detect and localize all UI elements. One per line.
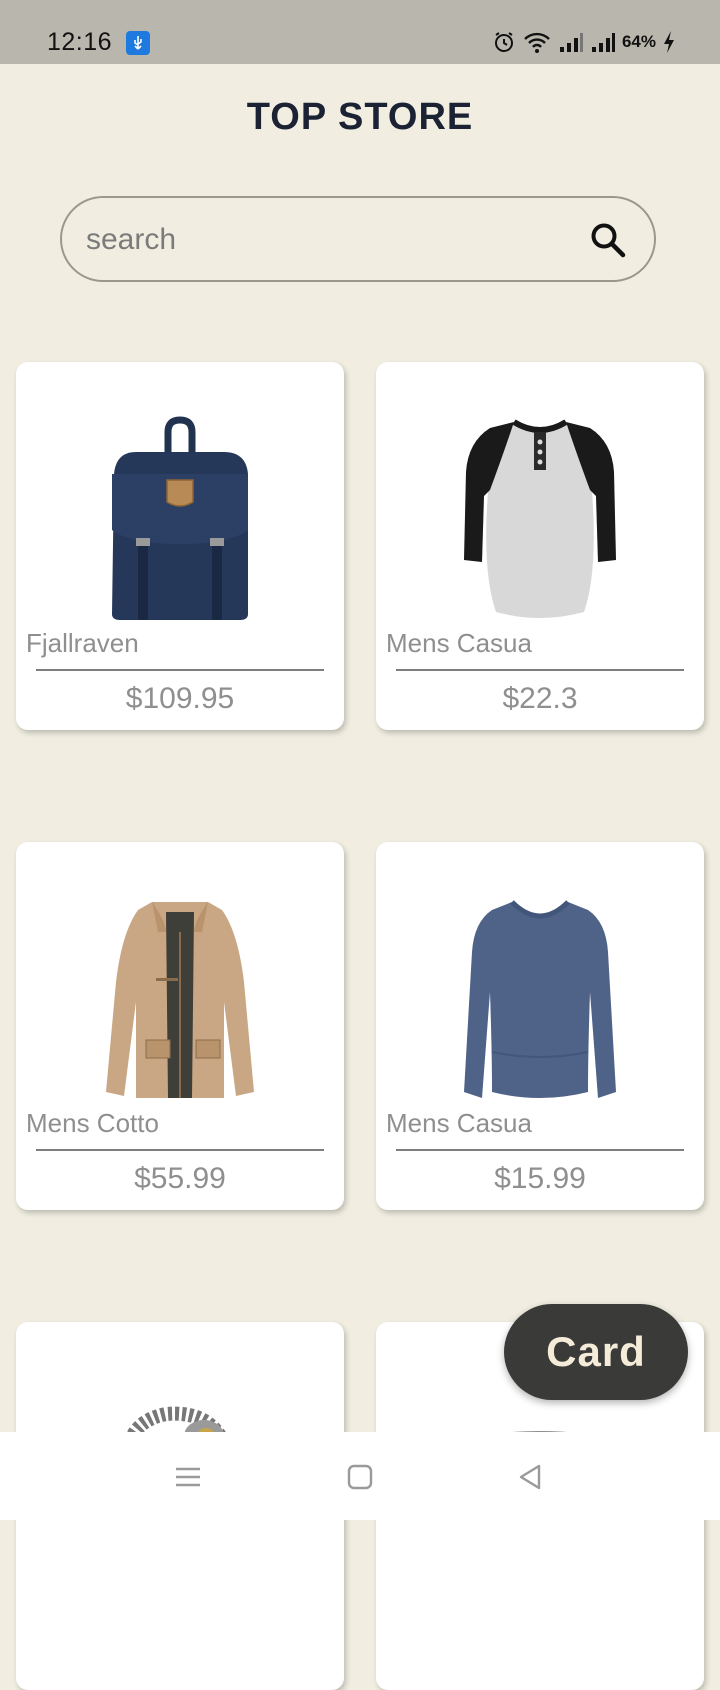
signal-icon — [559, 33, 583, 52]
backpack-image — [112, 416, 248, 620]
alarm-icon — [494, 32, 513, 52]
search-input[interactable] — [84, 216, 568, 264]
navigation-bar — [0, 1432, 720, 1520]
product-card[interactable]: Mens Casua $15.99 — [376, 842, 704, 1210]
back-icon[interactable] — [515, 1462, 545, 1492]
product-title: Mens Casua — [386, 1108, 532, 1138]
status-time: 12:16 — [47, 28, 113, 56]
product-title: Mens Casua — [386, 628, 532, 658]
battery-level: 64% — [621, 32, 656, 51]
status-bar: 12:16 64% — [0, 0, 720, 64]
product-price: $109.95 — [125, 682, 235, 715]
product-card[interactable]: Fjallraven $109.95 — [16, 362, 344, 730]
product-price: $55.99 — [134, 1162, 226, 1195]
product-price: $15.99 — [494, 1162, 586, 1195]
signal-icon — [591, 33, 615, 52]
product-title: Fjallraven — [26, 628, 139, 658]
divider — [36, 1149, 324, 1151]
khaki-jacket-image — [106, 902, 254, 1098]
product-title: Mens Cotto — [26, 1108, 159, 1138]
long-sleeve-shirt-image — [464, 900, 616, 1098]
page-title: TOP STORE — [246, 96, 474, 138]
charging-icon — [664, 31, 674, 53]
status-icons: 64% — [492, 30, 676, 54]
card-button[interactable]: Card — [504, 1304, 688, 1400]
divider — [396, 669, 684, 671]
wifi-icon — [524, 32, 550, 53]
product-card[interactable]: Mens Casua $22.3 — [376, 362, 704, 730]
divider — [396, 1149, 684, 1151]
home-icon[interactable] — [345, 1462, 375, 1492]
usb-icon — [126, 31, 150, 55]
raglan-tshirt-image — [464, 419, 616, 618]
product-price: $22.3 — [502, 682, 578, 715]
product-card[interactable]: Mens Cotto $55.99 — [16, 842, 344, 1210]
menu-icon[interactable] — [173, 1462, 203, 1492]
divider — [36, 669, 324, 671]
search-icon[interactable] — [588, 220, 628, 260]
search-bar[interactable] — [60, 196, 656, 282]
